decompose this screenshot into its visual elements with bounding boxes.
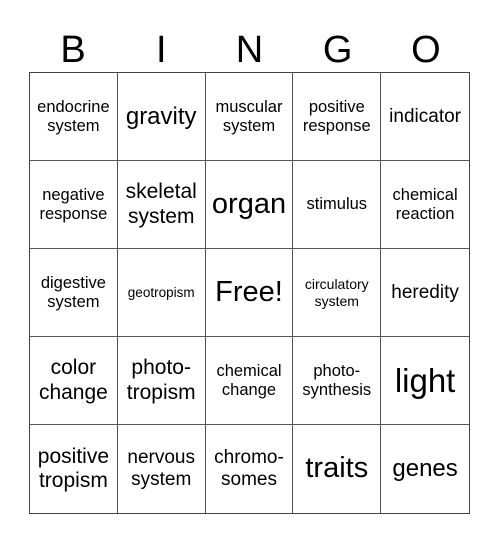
bingo-cell[interactable]: indicator [381, 73, 469, 161]
bingo-cell[interactable]: digestive system [30, 249, 118, 337]
cell-text: nervous system [127, 447, 195, 490]
bingo-cell[interactable]: stimulus [293, 161, 382, 249]
cell-text: muscular system [215, 97, 283, 135]
cell-text: positive response [302, 97, 371, 135]
cell-text: negative response [39, 185, 108, 223]
bingo-cell[interactable]: endocrine system [30, 73, 118, 161]
bingo-cell[interactable]: traits [293, 425, 382, 513]
cell-text: chromo-somes [214, 447, 284, 490]
cell-text: circulatory system [304, 276, 369, 309]
bingo-cell[interactable]: muscular system [205, 73, 294, 161]
header-letter-n: N [235, 29, 264, 71]
bingo-cell[interactable]: photo-synthesis [293, 337, 382, 425]
header-letter-o: O [411, 29, 441, 71]
bingo-cell[interactable]: heredity [381, 249, 469, 337]
bingo-cell[interactable]: negative response [30, 161, 118, 249]
cell-text: skeletal system [125, 180, 197, 228]
free-space[interactable]: Free! [205, 249, 294, 337]
bingo-cell[interactable]: gravity [117, 73, 206, 161]
cell-text: digestive system [40, 273, 106, 311]
bingo-cell[interactable]: photo-tropism [117, 337, 206, 425]
bingo-grid: endocrine system gravity muscular system p… [29, 72, 470, 514]
cell-text: photo-synthesis [302, 361, 372, 399]
header-letter-i: I [156, 29, 167, 71]
bingo-cell[interactable]: color change [30, 337, 118, 425]
bingo-cell[interactable]: positive tropism [30, 425, 118, 513]
bingo-cell[interactable]: genes [381, 425, 469, 513]
bingo-cell[interactable]: positive response [293, 73, 382, 161]
cell-text: positive tropism [37, 444, 109, 492]
bingo-cell[interactable]: nervous system [118, 425, 206, 513]
bingo-cell[interactable]: circulatory system [293, 249, 382, 337]
cell-text: photo-tropism [126, 356, 196, 404]
header-letter-b: B [60, 29, 86, 71]
bingo-header: B I N G O [29, 28, 470, 72]
bingo-cell[interactable]: chemical reaction [381, 161, 469, 249]
cell-text: chemical change [216, 361, 282, 399]
bingo-cell[interactable]: organ [205, 161, 294, 249]
bingo-cell[interactable]: chemical change [205, 337, 294, 425]
bingo-cell[interactable]: geotropism [117, 249, 206, 337]
cell-text: chemical reaction [392, 185, 458, 223]
bingo-cell[interactable]: skeletal system [117, 161, 206, 249]
header-letter-g: G [322, 29, 353, 71]
cell-text: color change [38, 356, 108, 404]
bingo-cell[interactable]: chromo-somes [206, 425, 294, 513]
bingo-cell[interactable]: light [381, 337, 469, 425]
cell-text: endocrine system [37, 97, 110, 135]
